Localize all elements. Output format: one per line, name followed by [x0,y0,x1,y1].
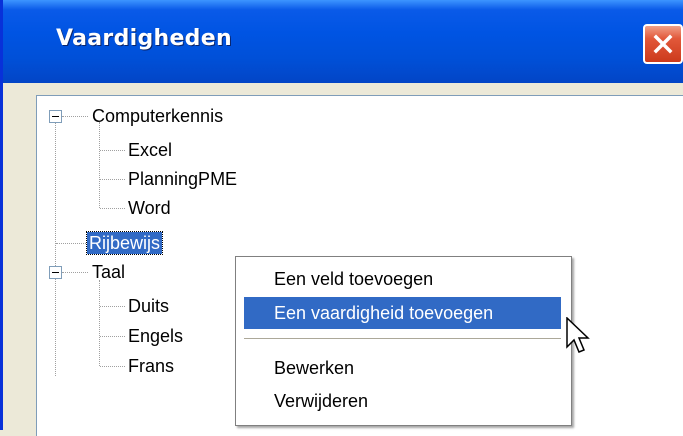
tree-node-rijbewijs[interactable]: Rijbewijs [85,231,164,255]
tree-connector [99,122,100,208]
tree-connector [62,272,88,273]
tree-connector [55,122,56,376]
tree-connector [100,179,125,180]
menu-item-delete[interactable]: Verwijderen [244,385,561,417]
collapse-icon[interactable] [49,110,62,123]
tree-node-duits[interactable]: Duits [128,295,169,317]
title-bar[interactable]: Vaardigheden [3,0,683,83]
tree-connector [62,116,88,117]
tree-node-frans[interactable]: Frans [128,355,174,377]
dialog-window: Vaardigheden Computerkennis Excel Planni… [0,0,683,436]
menu-item-edit[interactable]: Bewerken [244,352,561,384]
collapse-icon[interactable] [49,266,62,279]
tree-node-taal[interactable]: Taal [92,261,125,283]
close-icon [653,34,673,54]
menu-item-add-field[interactable]: Een veld toevoegen [244,263,561,295]
tree-connector [100,306,125,307]
tree-connector [99,280,100,366]
tree-node-planningpme[interactable]: PlanningPME [128,168,237,190]
tree-node-engels[interactable]: Engels [128,325,183,347]
menu-separator [244,338,561,339]
tree-node-word[interactable]: Word [128,197,171,219]
tree-connector [100,208,125,209]
tree-node-computerkennis[interactable]: Computerkennis [92,105,223,127]
tree-connector [100,366,125,367]
tree-connector [100,336,125,337]
tree-connector [56,243,86,244]
context-menu: Een veld toevoegen Een vaardigheid toevo… [235,256,572,426]
tree-node-excel[interactable]: Excel [128,139,172,161]
close-button[interactable] [643,24,683,64]
mouse-pointer-icon [566,317,590,353]
tree-connector [100,150,125,151]
window-title: Vaardigheden [56,26,232,51]
menu-item-add-skill[interactable]: Een vaardigheid toevoegen [244,297,561,329]
